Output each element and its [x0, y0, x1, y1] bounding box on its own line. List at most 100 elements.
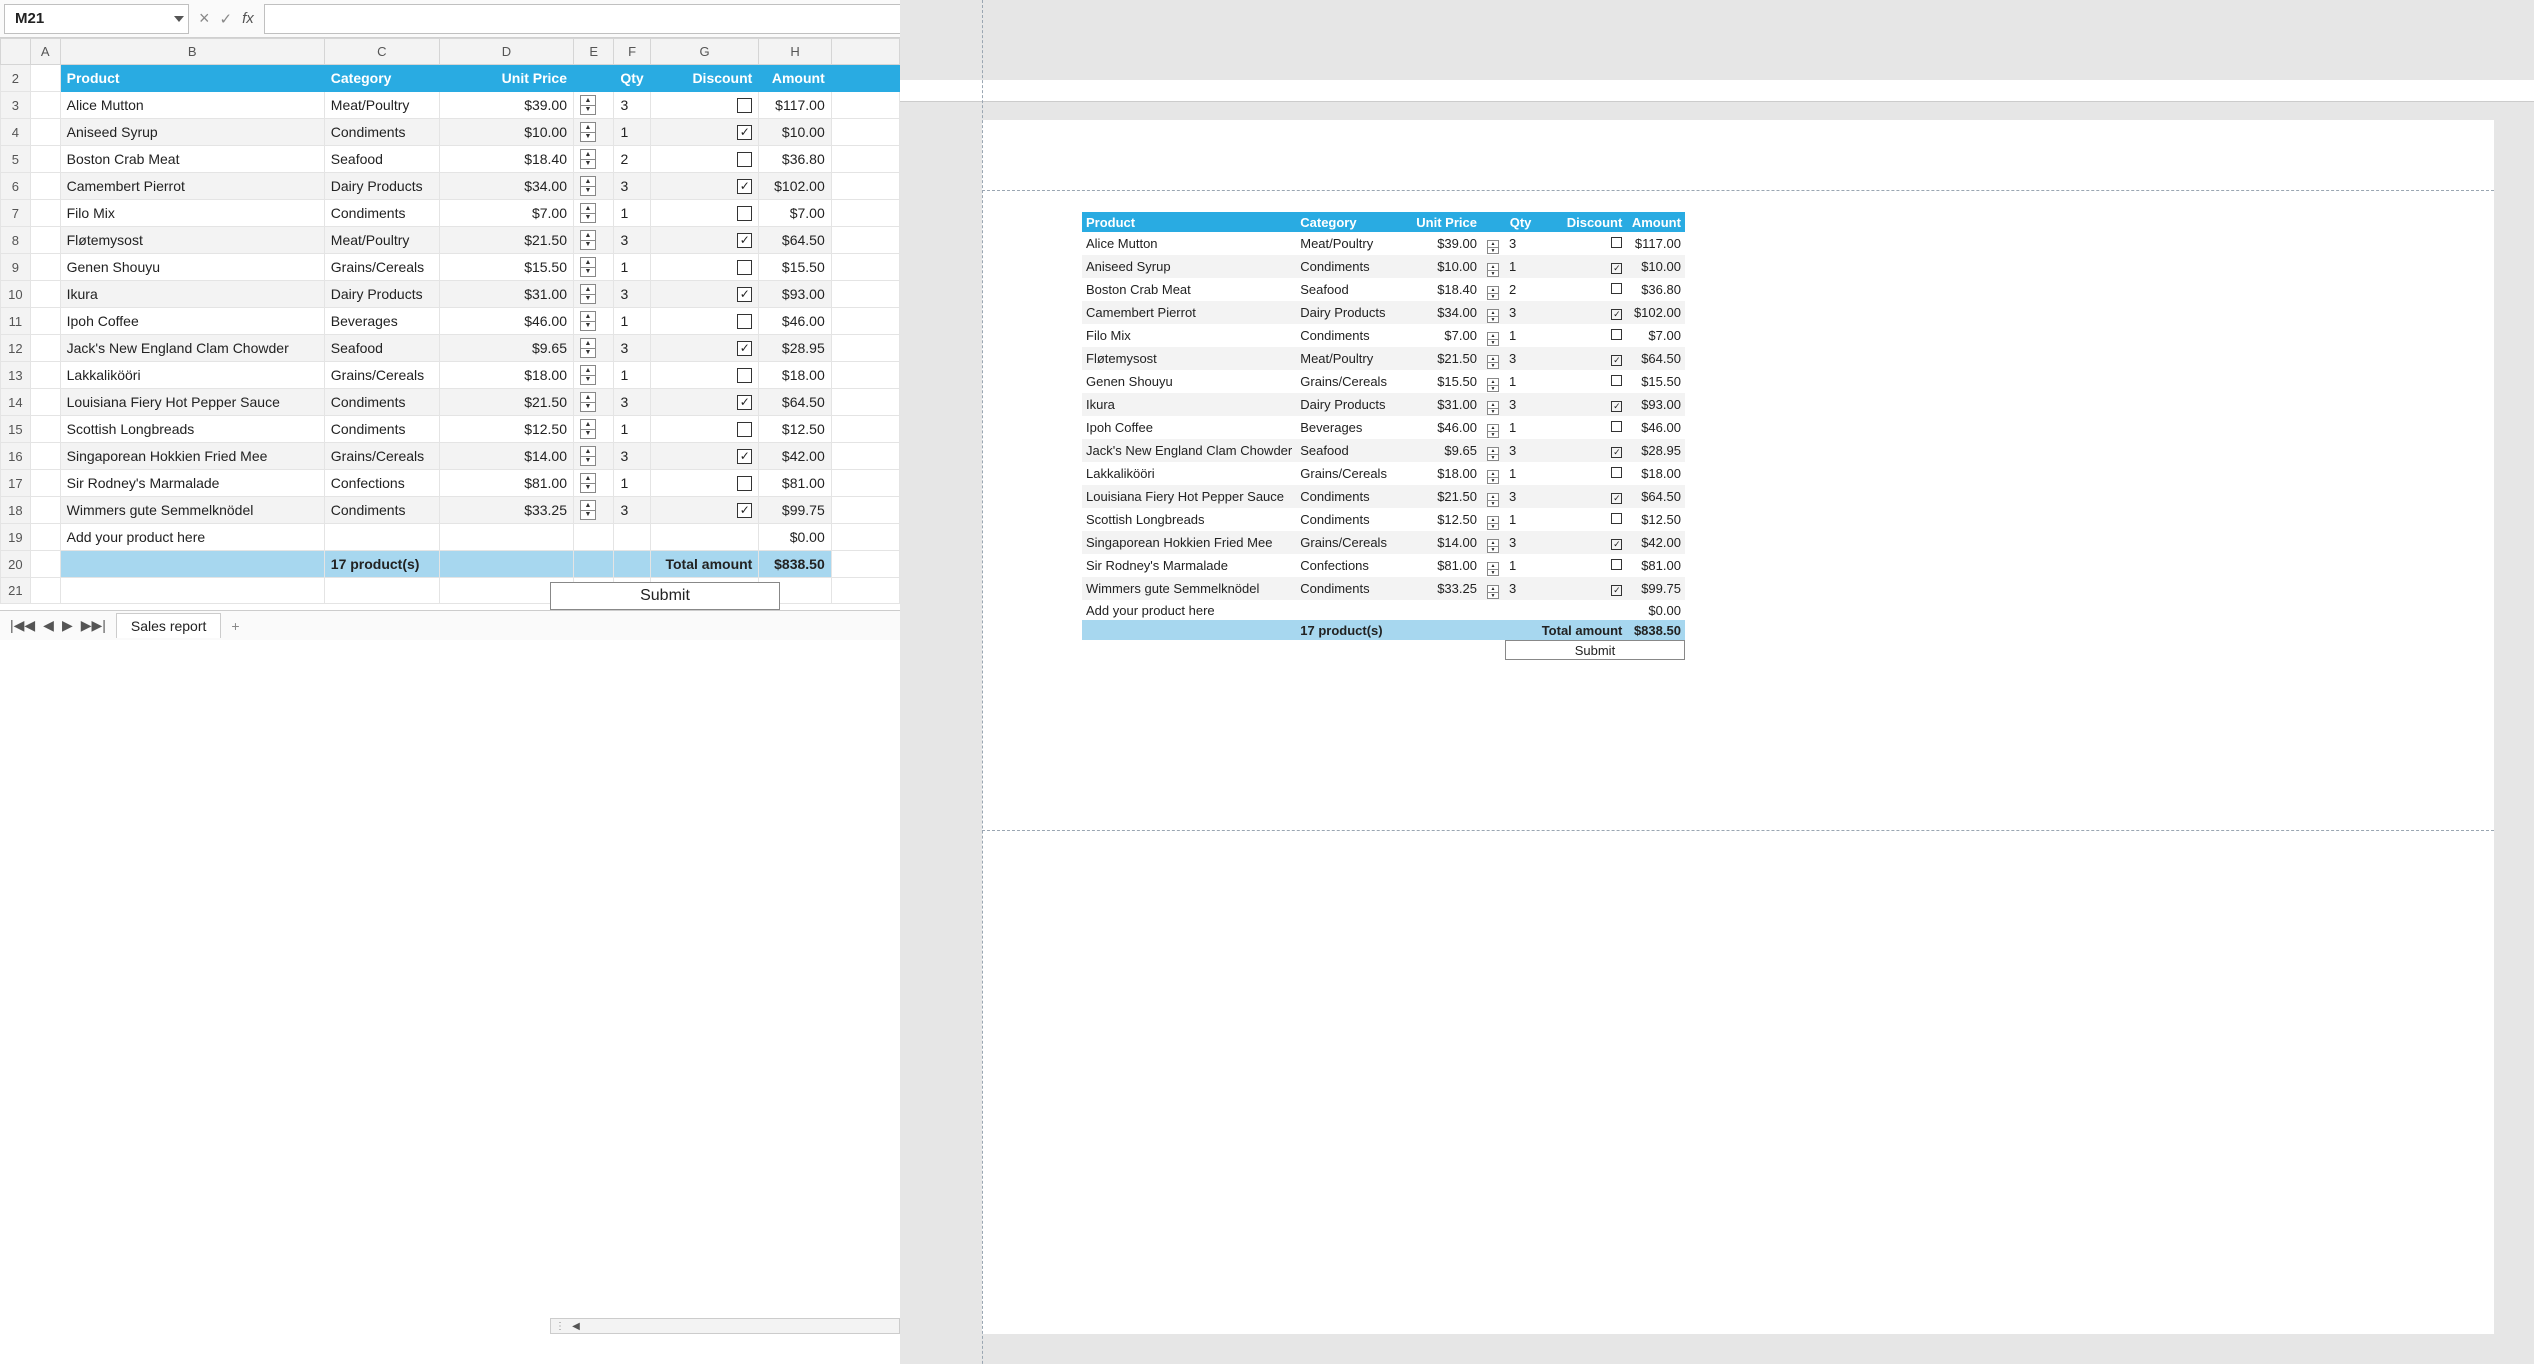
qty-cell[interactable]: 3 — [614, 173, 650, 200]
blank-cell[interactable] — [831, 524, 899, 551]
amount-cell[interactable]: $64.50 — [759, 389, 831, 416]
category-cell[interactable]: Beverages — [324, 308, 439, 335]
discount-checkbox[interactable]: ✓ — [737, 449, 752, 464]
spinner-cell[interactable]: ▲▼ — [574, 92, 614, 119]
col-header-D[interactable]: D — [439, 39, 573, 65]
discount-checkbox[interactable]: ✓ — [737, 125, 752, 140]
scroll-track[interactable] — [583, 1319, 899, 1333]
discount-cell[interactable]: ✓ — [650, 443, 759, 470]
unitprice-cell[interactable]: $33.25 — [439, 497, 573, 524]
qty-spinner[interactable]: ▲▼ — [580, 419, 596, 439]
blank-cell[interactable] — [574, 524, 614, 551]
row-header[interactable]: 17 — [1, 470, 31, 497]
row-header[interactable]: 3 — [1, 92, 31, 119]
row-header[interactable]: 21 — [1, 578, 31, 604]
sheet-nav-prev-icon[interactable]: ◀ — [43, 617, 54, 634]
blank-cell[interactable] — [30, 578, 60, 604]
blank-cell[interactable] — [60, 578, 324, 604]
blank-cell[interactable] — [831, 497, 899, 524]
margin-guide-top[interactable] — [982, 190, 2494, 191]
column-header-row[interactable]: A B C D E F G H — [1, 39, 900, 65]
qty-spinner[interactable]: ▲▼ — [580, 230, 596, 250]
blank-cell[interactable] — [831, 146, 899, 173]
col-header-A[interactable]: A — [30, 39, 60, 65]
blank-cell[interactable] — [831, 578, 899, 604]
formula-bar[interactable] — [264, 4, 900, 34]
blank-cell[interactable] — [574, 551, 614, 578]
blank-cell[interactable] — [614, 524, 650, 551]
discount-cell[interactable] — [650, 254, 759, 281]
blank-cell[interactable] — [60, 551, 324, 578]
sheet-nav-last-icon[interactable]: ▶▶| — [81, 617, 106, 634]
product-cell[interactable]: Fløtemysost — [60, 227, 324, 254]
unitprice-cell[interactable]: $39.00 — [439, 92, 573, 119]
blank-cell[interactable] — [30, 227, 60, 254]
discount-checkbox[interactable] — [737, 152, 752, 167]
blank-cell[interactable] — [439, 524, 573, 551]
blank-cell[interactable] — [30, 308, 60, 335]
blank-cell[interactable] — [831, 362, 899, 389]
blank-cell[interactable] — [831, 335, 899, 362]
qty-cell[interactable]: 3 — [614, 335, 650, 362]
blank-cell[interactable] — [831, 65, 899, 92]
name-box-input[interactable] — [13, 9, 180, 28]
discount-cell[interactable] — [650, 92, 759, 119]
qty-cell[interactable]: 1 — [614, 119, 650, 146]
spinner-cell[interactable]: ▲▼ — [574, 335, 614, 362]
qty-cell[interactable]: 1 — [614, 470, 650, 497]
amount-cell[interactable]: $117.00 — [759, 92, 831, 119]
col-header-B[interactable]: B — [60, 39, 324, 65]
discount-cell[interactable] — [650, 362, 759, 389]
unitprice-cell[interactable]: $9.65 — [439, 335, 573, 362]
row-header[interactable]: 6 — [1, 173, 31, 200]
blank-cell[interactable] — [30, 524, 60, 551]
qty-cell[interactable]: 1 — [614, 416, 650, 443]
row-header[interactable]: 12 — [1, 335, 31, 362]
product-cell[interactable]: Camembert Pierrot — [60, 173, 324, 200]
amount-cell[interactable]: $15.50 — [759, 254, 831, 281]
amount-cell[interactable]: $99.75 — [759, 497, 831, 524]
row-header[interactable]: 5 — [1, 146, 31, 173]
category-cell[interactable]: Seafood — [324, 335, 439, 362]
amount-cell[interactable]: $81.00 — [759, 470, 831, 497]
scroll-left-icon[interactable]: ◀ — [569, 1319, 583, 1333]
qty-spinner[interactable]: ▲▼ — [580, 473, 596, 493]
margin-guide-bottom[interactable] — [982, 830, 2494, 831]
discount-checkbox[interactable] — [737, 260, 752, 275]
product-cell[interactable]: Lakkalikööri — [60, 362, 324, 389]
amount-cell[interactable]: $64.50 — [759, 227, 831, 254]
amount-cell[interactable]: $93.00 — [759, 281, 831, 308]
qty-cell[interactable]: 1 — [614, 254, 650, 281]
spinner-cell[interactable]: ▲▼ — [574, 146, 614, 173]
qty-spinner[interactable]: ▲▼ — [580, 338, 596, 358]
spinner-cell[interactable]: ▲▼ — [574, 443, 614, 470]
row-header[interactable]: 8 — [1, 227, 31, 254]
unitprice-cell[interactable]: $46.00 — [439, 308, 573, 335]
row-header[interactable]: 7 — [1, 200, 31, 227]
margin-guide-left[interactable] — [982, 0, 983, 1364]
qty-spinner[interactable]: ▲▼ — [580, 149, 596, 169]
discount-checkbox[interactable]: ✓ — [737, 395, 752, 410]
qty-spinner[interactable]: ▲▼ — [580, 392, 596, 412]
category-cell[interactable]: Grains/Cereals — [324, 254, 439, 281]
select-all-corner[interactable] — [1, 39, 31, 65]
sheet-nav-first-icon[interactable]: |◀◀ — [10, 617, 35, 634]
blank-cell[interactable] — [614, 551, 650, 578]
product-cell[interactable]: Ikura — [60, 281, 324, 308]
spinner-cell[interactable]: ▲▼ — [574, 119, 614, 146]
spinner-cell[interactable]: ▲▼ — [574, 227, 614, 254]
row-header[interactable]: 15 — [1, 416, 31, 443]
amount-cell[interactable]: $10.00 — [759, 119, 831, 146]
discount-checkbox[interactable]: ✓ — [737, 233, 752, 248]
submit-button[interactable]: Submit — [550, 582, 780, 610]
row-header[interactable]: 19 — [1, 524, 31, 551]
blank-cell[interactable] — [831, 200, 899, 227]
col-header-blank[interactable] — [831, 39, 899, 65]
discount-cell[interactable] — [650, 200, 759, 227]
qty-spinner[interactable]: ▲▼ — [580, 203, 596, 223]
category-cell[interactable]: Meat/Poultry — [324, 227, 439, 254]
blank-cell[interactable] — [831, 389, 899, 416]
blank-cell[interactable] — [831, 308, 899, 335]
product-cell[interactable]: Scottish Longbreads — [60, 416, 324, 443]
qty-cell[interactable]: 3 — [614, 389, 650, 416]
